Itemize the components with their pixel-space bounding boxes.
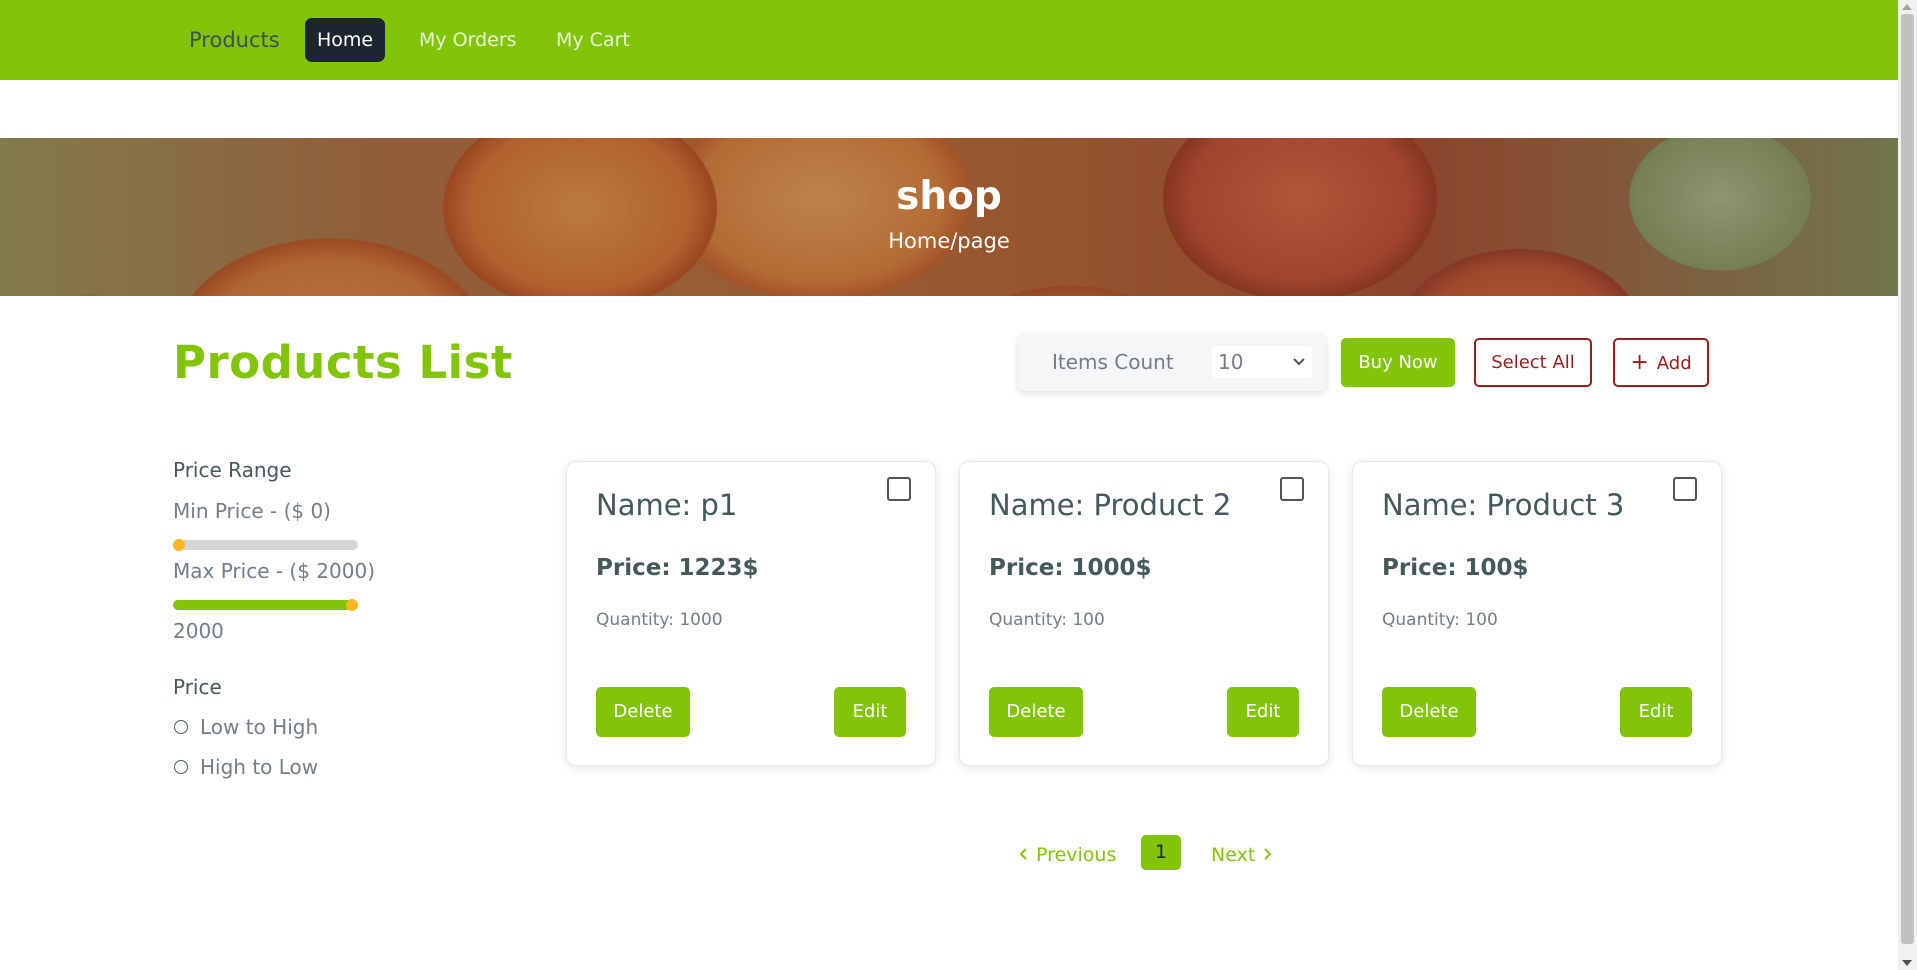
items-count-label: Items Count xyxy=(1052,350,1174,374)
sort-low-to-high-radio[interactable] xyxy=(174,720,188,734)
product-quantity: Quantity: 1000 xyxy=(596,610,723,630)
pagination-page-current[interactable]: 1 xyxy=(1141,835,1181,870)
chevron-right-icon xyxy=(1261,844,1273,866)
sort-high-to-low-label[interactable]: High to Low xyxy=(200,755,318,779)
delete-button[interactable]: Delete xyxy=(989,687,1083,737)
edit-button[interactable]: Edit xyxy=(1620,687,1692,737)
min-price-slider-thumb[interactable] xyxy=(173,539,185,551)
hero-banner: shop Home/page xyxy=(0,138,1898,296)
product-price: Price: 1000$ xyxy=(989,555,1152,581)
chevron-left-icon xyxy=(1018,844,1030,866)
add-product-button[interactable]: + Add xyxy=(1613,338,1709,387)
scroll-down-arrow-icon[interactable] xyxy=(1902,960,1912,966)
delete-button[interactable]: Delete xyxy=(1382,687,1476,737)
price-current-value: 2000 xyxy=(173,619,224,643)
product-select-checkbox[interactable] xyxy=(1673,477,1697,501)
product-select-checkbox[interactable] xyxy=(887,477,911,501)
scroll-up-arrow-icon[interactable] xyxy=(1902,4,1912,10)
nav-brand-products[interactable]: Products xyxy=(175,18,294,62)
product-quantity: Quantity: 100 xyxy=(989,610,1105,630)
max-price-label: Max Price - ($ 2000) xyxy=(173,559,376,583)
next-label: Next xyxy=(1211,844,1256,866)
min-price-label: Min Price - ($ 0) xyxy=(173,499,331,523)
vertical-scrollbar[interactable] xyxy=(1898,0,1917,970)
previous-label: Previous xyxy=(1036,844,1117,866)
items-count-box: Items Count 10 xyxy=(1018,333,1326,391)
product-price: Price: 100$ xyxy=(1382,555,1529,581)
chevron-down-icon xyxy=(1292,346,1306,390)
product-name: Name: p1 xyxy=(596,488,738,522)
product-name: Name: Product 2 xyxy=(989,488,1232,522)
items-count-value: 10 xyxy=(1218,350,1244,374)
product-select-checkbox[interactable] xyxy=(1280,477,1304,501)
max-price-slider-fill xyxy=(173,600,358,610)
plus-icon: + xyxy=(1630,350,1649,375)
items-count-select[interactable]: 10 xyxy=(1212,346,1312,378)
sort-high-to-low-radio[interactable] xyxy=(174,760,188,774)
price-range-heading: Price Range xyxy=(173,458,292,482)
product-card: Name: p1 Price: 1223$ Quantity: 1000 Del… xyxy=(566,461,936,766)
product-name: Name: Product 3 xyxy=(1382,488,1625,522)
max-price-slider-thumb[interactable] xyxy=(346,599,358,611)
product-card: Name: Product 3 Price: 100$ Quantity: 10… xyxy=(1352,461,1722,766)
page-title: Products List xyxy=(173,336,513,389)
price-sort-heading: Price xyxy=(173,675,222,699)
product-price: Price: 1223$ xyxy=(596,555,759,581)
min-price-slider[interactable] xyxy=(173,539,358,551)
product-quantity: Quantity: 100 xyxy=(1382,610,1498,630)
sort-low-to-high-label[interactable]: Low to High xyxy=(200,715,318,739)
nav-item-my-orders[interactable]: My Orders xyxy=(405,18,531,62)
add-label: Add xyxy=(1656,353,1692,374)
delete-button[interactable]: Delete xyxy=(596,687,690,737)
pagination-next[interactable]: Next xyxy=(1211,838,1273,872)
top-navbar: Products Home My Orders My Cart xyxy=(0,0,1898,80)
edit-button[interactable]: Edit xyxy=(834,687,906,737)
hero-title: shop xyxy=(896,174,1002,219)
select-all-button[interactable]: Select All xyxy=(1474,338,1592,387)
scrollbar-thumb[interactable] xyxy=(1901,14,1914,944)
breadcrumb: Home/page xyxy=(888,229,1010,253)
buy-now-button[interactable]: Buy Now xyxy=(1341,338,1455,387)
pagination-previous[interactable]: Previous xyxy=(1018,838,1116,872)
nav-item-home[interactable]: Home xyxy=(305,18,385,62)
nav-item-my-cart[interactable]: My Cart xyxy=(542,18,644,62)
product-card: Name: Product 2 Price: 1000$ Quantity: 1… xyxy=(959,461,1329,766)
max-price-slider[interactable] xyxy=(173,599,358,611)
edit-button[interactable]: Edit xyxy=(1227,687,1299,737)
